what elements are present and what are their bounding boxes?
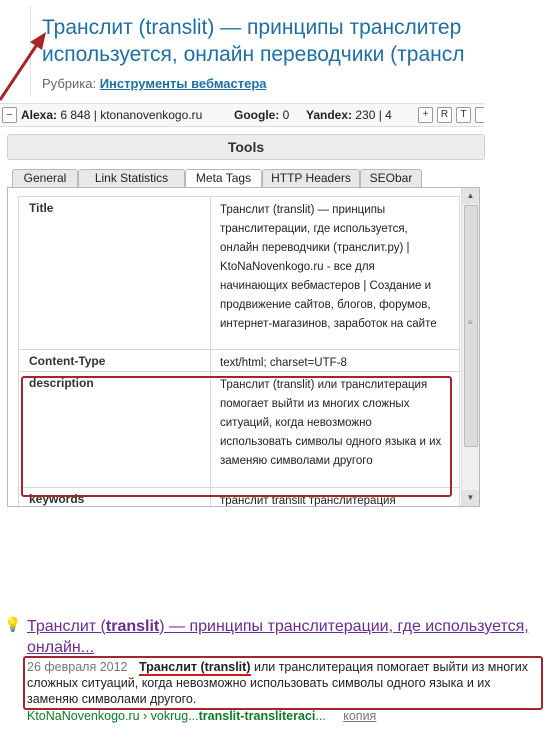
scroll-thumb[interactable]: ≡ <box>464 205 478 447</box>
t-button[interactable]: T <box>456 107 471 123</box>
snippet-title-keyword[interactable]: translit <box>106 618 159 635</box>
snippet-url-host[interactable]: KtoNaNovenkogo.ru › vokrug... <box>27 709 199 723</box>
tab-meta-tags[interactable]: Meta Tags <box>185 169 262 188</box>
article-title-line-2[interactable]: используется, онлайн переводчики (трансл <box>42 41 485 68</box>
alexa-value[interactable]: 6 848 | ktonanovenkogo.ru <box>60 108 202 122</box>
snippet-url-keyword[interactable]: translit-transliteraci <box>199 709 316 723</box>
yandex-label: Yandex: <box>306 108 353 122</box>
r-button[interactable]: R <box>437 107 452 123</box>
tab-general[interactable]: General <box>12 169 78 187</box>
google-stat: Google: 0 <box>234 104 289 126</box>
meta-value: Транслит (translit) — принципы транслите… <box>220 204 437 330</box>
alexa-stat: Alexa: 6 848 | ktonanovenkogo.ru <box>21 104 202 126</box>
article-title-line-1[interactable]: Транслит (translit) — принципы транслите… <box>42 14 485 41</box>
scroll-up-icon[interactable]: ▲ <box>462 188 479 204</box>
table-row: Title Транслит (translit) — принципы тра… <box>19 197 459 350</box>
tools-title: Tools <box>7 134 485 160</box>
article-rubric: Рубрика: Инструменты вебмастера <box>42 76 267 91</box>
tab-http-headers[interactable]: HTTP Headers <box>262 169 360 187</box>
add-button[interactable]: + <box>418 107 433 123</box>
article-header: Транслит (translit) — принципы транслите… <box>30 6 485 96</box>
collapse-button[interactable]: – <box>2 107 17 123</box>
yandex-stat: Yandex: 230 | 4 <box>306 104 392 126</box>
more-button[interactable] <box>475 107 484 123</box>
description-highlight <box>21 376 452 497</box>
snippet-highlight <box>23 656 543 710</box>
meta-value: text/html; charset=UTF-8 <box>220 357 347 369</box>
google-value[interactable]: 0 <box>283 108 290 122</box>
table-row: Content-Type text/html; charset=UTF-8 <box>19 350 459 372</box>
cached-copy-link[interactable]: копия <box>343 709 376 723</box>
tab-seobar[interactable]: SEObar <box>360 169 422 187</box>
snippet-url-tail[interactable]: ... <box>315 709 325 723</box>
rubric-link[interactable]: Инструменты вебмастера <box>100 76 267 91</box>
grip-icon: ≡ <box>468 318 473 327</box>
lightbulb-icon: 💡 <box>4 616 22 632</box>
search-result-url[interactable]: KtoNaNovenkogo.ru › vokrug...translit-tr… <box>27 709 376 723</box>
snippet-title-part[interactable]: Транслит ( <box>27 618 106 635</box>
panel-scrollbar[interactable]: ▲ ≡ ▼ <box>461 188 479 506</box>
seo-toolbar: – Alexa: 6 848 | ktonanovenkogo.ru Googl… <box>0 103 484 127</box>
meta-key: Title <box>29 201 54 215</box>
meta-key: Content-Type <box>29 354 106 368</box>
scroll-down-icon[interactable]: ▼ <box>462 490 479 506</box>
article-title[interactable]: Транслит (translit) — принципы транслите… <box>42 14 485 68</box>
tab-link-statistics[interactable]: Link Statistics <box>78 169 185 187</box>
alexa-label: Alexa: <box>21 108 58 122</box>
yandex-value[interactable]: 230 | 4 <box>355 108 391 122</box>
search-result-title[interactable]: Транслит (translit) — принципы транслите… <box>27 616 537 658</box>
pointer-arrow-icon <box>0 32 46 101</box>
google-label: Google: <box>234 108 280 122</box>
